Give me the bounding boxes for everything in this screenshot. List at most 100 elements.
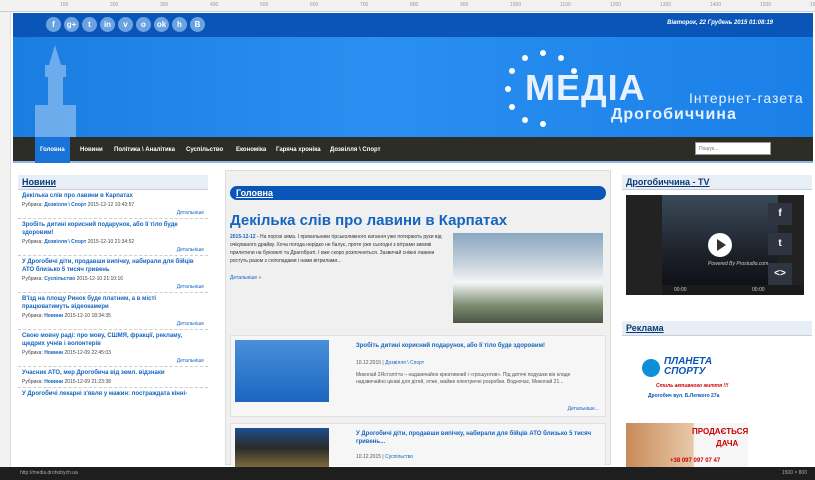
ad-phone: +38 097 097 07 47 — [670, 458, 721, 464]
header-banner: МЕДІА Інтернет-газета Дрогобиччина — [13, 37, 813, 137]
rubric-label: Рубрика: — [22, 276, 43, 282]
ukraine-flag-thumbnail[interactable] — [235, 428, 329, 467]
article-card-date: 10.12.2015 — [356, 454, 382, 460]
blogger-icon[interactable]: B — [190, 17, 205, 32]
read-more-link[interactable]: Детальніше — [22, 284, 204, 290]
news-item: Зробіть дитині корисний подарунок, або ї… — [18, 219, 208, 256]
news-item-title[interactable]: У Дрогобичі діти, продавши випічку, наби… — [22, 258, 204, 274]
rubric-label: Рубрика: — [22, 239, 43, 245]
tv-heading[interactable]: Дрогобиччина - TV — [622, 175, 812, 190]
embed-icon[interactable]: <> — [768, 263, 792, 285]
news-item-meta: Рубрика: Дозвілля \ Спорт 2015-12-12 10:… — [22, 202, 204, 208]
article-card-read-more-link[interactable]: Детальніше... — [568, 406, 599, 412]
news-heading[interactable]: Новини — [18, 175, 208, 190]
news-item-title[interactable]: Свою мовну раді: про мову, СШМЯ, фракції… — [22, 332, 204, 348]
news-item-title[interactable]: В'їзд на площу Ринок буде платним, а в м… — [22, 295, 204, 311]
news-item: Учасник АТО, мер Дрогобича від земл. від… — [18, 367, 208, 388]
facebook-share-icon[interactable]: f — [768, 203, 792, 225]
article-card: У Дрогобичі діти, продавши випічку, наби… — [230, 423, 606, 467]
news-item-title[interactable]: Зробіть дитині корисний подарунок, або ї… — [22, 221, 204, 237]
ruler-tick: 1400 — [710, 2, 722, 8]
news-item-rubric[interactable]: Новини — [44, 313, 63, 319]
article-card-title[interactable]: У Дрогобичі діти, продавши випічку, наби… — [356, 430, 601, 446]
nav-economy[interactable]: Економіка — [231, 137, 271, 163]
article-card-title[interactable]: Зробіть дитині корисний подарунок, або ї… — [356, 342, 601, 350]
logo-title: МЕДІА — [525, 67, 646, 108]
article-card-text: Миколай 2Ястолітта – надзвичайно креатив… — [356, 372, 571, 385]
video-player[interactable]: Powered By Prostudio.com f t <> 00:00 00… — [626, 195, 804, 295]
lead-article-text: 2015-12-12 - На порозі зима. І прихильни… — [230, 233, 445, 265]
video-controls[interactable]: 00:00 00:00 — [662, 285, 804, 295]
news-item-title[interactable]: Учасник АТО, мер Дрогобича від земл. від… — [22, 369, 204, 377]
rubric-label: Рубрика: — [22, 379, 43, 385]
ok-icon[interactable]: ok — [154, 17, 169, 32]
media-logo-thumbnail[interactable] — [235, 340, 329, 402]
status-bar: http://media.drohobych.ua 1500 × 800 — [0, 467, 815, 480]
read-more-link[interactable]: Детальніше — [22, 247, 204, 253]
google-plus-icon[interactable]: g+ — [64, 17, 79, 32]
odnoklassniki-icon[interactable]: o — [136, 17, 151, 32]
nav-home[interactable]: Головна — [35, 137, 70, 163]
main-nav: Головна Новини Політика \ Аналітика Сусп… — [13, 137, 813, 163]
news-item-rubric[interactable]: Новини — [44, 350, 63, 356]
ruler-tick: 400 — [210, 2, 219, 8]
read-more-link[interactable]: Детальніше — [22, 321, 204, 327]
search-input[interactable] — [695, 142, 771, 155]
habr-icon[interactable]: h — [172, 17, 187, 32]
news-item-date: 2015-12-10 18:34:35 — [64, 313, 111, 319]
ads-heading[interactable]: Реклама — [622, 321, 812, 336]
linkedin-icon[interactable]: in — [100, 17, 115, 32]
read-more-link[interactable]: Детальніше — [22, 358, 204, 364]
logo-subtitle: Інтернет-газета — [689, 90, 804, 106]
news-item-meta: Рубрика: Новини 2015-12-09 22:45:03 — [22, 350, 204, 356]
article-card-rubric[interactable]: Суспільство — [385, 454, 413, 460]
news-item-rubric[interactable]: Дозвілля \ Спорт — [44, 202, 86, 208]
news-item: У Дрогобичі діти, продавши випічку, наби… — [18, 256, 208, 293]
news-item-date: 2015-12-10 21:10:16 — [76, 276, 124, 282]
status-dimensions: 1500 × 800 — [781, 470, 807, 476]
ruler-tick: 700 — [360, 2, 369, 8]
news-item: Свою мовну раді: про мову, СШМЯ, фракції… — [18, 330, 208, 367]
ruler-tick: 1600 — [810, 2, 815, 8]
news-item-title[interactable]: У Дрогобичі лекарні з'явля у мажин: пост… — [22, 390, 204, 398]
news-sidebar: Новини Декілька слів про лавини в Карпат… — [18, 175, 208, 465]
nav-society[interactable]: Суспільство — [181, 137, 228, 163]
ruler-tick: 1100 — [560, 2, 571, 8]
town-hall-icon — [35, 45, 76, 137]
lead-read-more-link[interactable]: Детальніше » — [230, 275, 261, 281]
twitter-share-icon[interactable]: t — [768, 233, 792, 255]
lead-article-date: 2015-12-12 - — [230, 234, 259, 240]
play-icon[interactable] — [708, 233, 732, 257]
nav-news[interactable]: Новини — [75, 137, 108, 163]
read-more-link[interactable]: Детальніше — [22, 210, 204, 216]
twitter-icon[interactable]: t — [82, 17, 97, 32]
news-item-rubric[interactable]: Новини — [44, 379, 63, 385]
article-card-rubric[interactable]: Дозвілля \ Спорт — [385, 360, 424, 366]
news-item-rubric[interactable]: Суспільство — [44, 276, 75, 282]
article-card-meta: 10.12.2015 | Дозвілля \ Спорт — [356, 360, 425, 366]
article-card-meta: 10.12.2015 | Суспільство — [356, 454, 414, 460]
ruler-tick: 1300 — [660, 2, 672, 8]
logo-city: Дрогобиччина — [611, 106, 737, 123]
main-heading[interactable]: Головна — [230, 186, 606, 200]
ruler-tick: 300 — [160, 2, 169, 8]
avalanche-image[interactable] — [453, 233, 603, 323]
nav-hot-chronicle[interactable]: Гаряча хроніка — [271, 137, 326, 163]
ad-dacha-sale[interactable]: ПРОДАЄТЬСЯ ДАЧА +38 097 097 07 47 — [626, 423, 748, 468]
news-item-date: 2015-12-12 10:43:57 — [87, 202, 135, 208]
facebook-icon[interactable]: f — [46, 17, 61, 32]
ruler-tick: 900 — [460, 2, 469, 8]
vkontakte-icon[interactable]: v — [118, 17, 133, 32]
nav-politics[interactable]: Політика \ Аналітика — [109, 137, 180, 163]
ruler-top: 100 200 300 400 500 600 700 800 900 1000 1100 1200 1… — [0, 0, 815, 12]
ad-sport-planet[interactable]: ПЛАНЕТА СПОРТУ Стиль активного життя !!!… — [640, 355, 745, 420]
news-item-title[interactable]: Декілька слів про лавини в Карпатах — [22, 192, 204, 200]
video-time: 00:00 — [674, 287, 687, 293]
right-sidebar: Дрогобиччина - TV Powered By Prostudio.c… — [622, 175, 812, 468]
news-item-rubric[interactable]: Дозвілля \ Спорт — [44, 239, 86, 245]
lead-article-title[interactable]: Декілька слів про лавини в Карпатах — [230, 212, 507, 229]
nav-leisure-sport[interactable]: Дозвілля \ Спорт — [325, 137, 386, 163]
news-item: Декілька слів про лавини в Карпатах Рубр… — [18, 190, 208, 219]
ad-address: Дрогобич вул. Б.Лепкого 27а — [648, 393, 720, 399]
article-card: Зробіть дитині корисний подарунок, або ї… — [230, 335, 606, 417]
